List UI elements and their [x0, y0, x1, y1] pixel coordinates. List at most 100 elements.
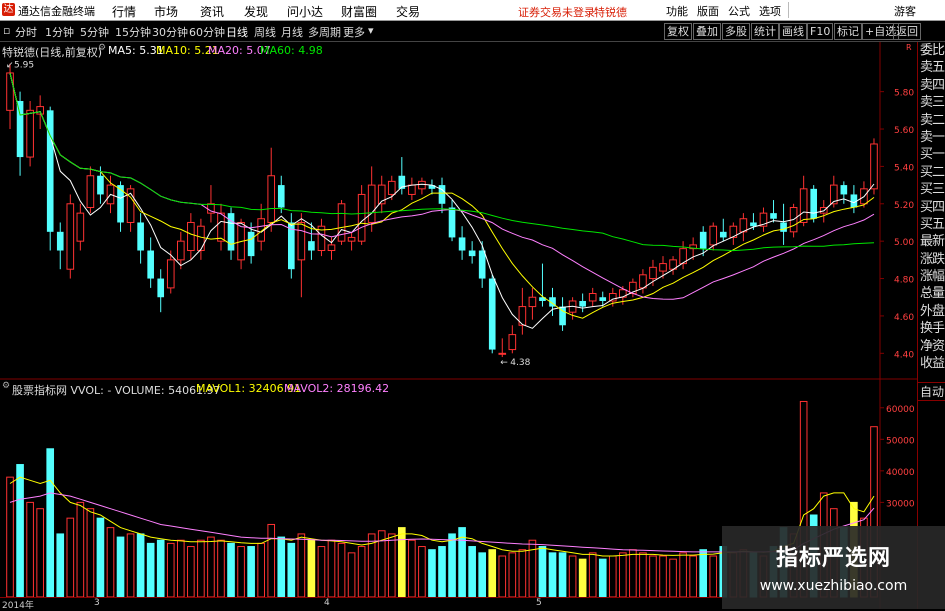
draw-line-button[interactable]: 画线: [779, 23, 807, 40]
volume-bar: [267, 523, 276, 598]
kline-chart[interactable]: 5.80 5.60 5.40 5.20 5.00 4.80 4.60 4.40 R 60000 50…: [0, 42, 917, 609]
candle-body: [16, 100, 24, 158]
statistics-button[interactable]: 统计: [751, 23, 779, 40]
login-notice[interactable]: 证券交易未登录: [518, 4, 595, 20]
volume-bar: [387, 533, 396, 598]
volume-bar: [307, 539, 316, 598]
auto-button[interactable]: 自动: [918, 382, 945, 401]
date-label: 3: [94, 598, 100, 608]
menu-market[interactable]: 市场: [154, 3, 178, 20]
candle-body: [187, 221, 195, 252]
side-item[interactable]: 外盘: [918, 303, 945, 320]
side-item[interactable]: 买二: [918, 164, 945, 181]
date-label: 5: [536, 598, 542, 608]
volume-bar: [538, 546, 547, 598]
candle-body: [6, 72, 14, 111]
guest-user[interactable]: 游客: [894, 3, 916, 19]
volume-tick-label: 40000: [886, 468, 915, 478]
side-item[interactable]: 总量: [918, 285, 945, 302]
side-item[interactable]: 委比: [918, 42, 945, 59]
restore-rights-button[interactable]: 复权: [664, 23, 692, 40]
period-60min[interactable]: 60分钟: [189, 24, 225, 40]
side-item[interactable]: 卖三: [918, 94, 945, 111]
candle-body: [176, 240, 185, 261]
candle-body: [719, 231, 727, 238]
side-item[interactable]: 卖一: [918, 129, 945, 146]
period-weekly[interactable]: 周线: [254, 24, 276, 40]
volume-bar: [418, 546, 426, 598]
volume-bar: [197, 539, 205, 598]
app-title: 通达信金融终端: [18, 5, 95, 18]
period-daily[interactable]: 日线: [226, 24, 248, 40]
mark-button[interactable]: 标记: [834, 23, 862, 40]
menu-layout[interactable]: 版面: [697, 3, 719, 19]
volume-bar: [498, 555, 507, 598]
volume-bar: [357, 546, 366, 598]
candle-body: [588, 293, 597, 302]
volume-bar: [227, 542, 235, 598]
candle-body: [709, 225, 718, 246]
side-item[interactable]: 卖五: [918, 59, 945, 76]
side-item[interactable]: 买四: [918, 199, 945, 216]
menu-quotes[interactable]: 行情: [112, 3, 136, 20]
volume-bar: [568, 555, 577, 598]
side-item[interactable]: 买五: [918, 216, 945, 233]
period-5min[interactable]: 5分钟: [80, 24, 109, 40]
chevron-down-icon[interactable]: ▾: [368, 24, 374, 37]
volume-tick-label: 50000: [886, 436, 915, 446]
period-30min[interactable]: 30分钟: [152, 24, 188, 40]
volume-bar: [257, 542, 265, 598]
candle-body: [247, 231, 255, 257]
menu-trade[interactable]: 交易: [396, 3, 420, 20]
stock-link[interactable]: 特锐德: [594, 4, 627, 20]
back-button[interactable]: 返回: [893, 23, 921, 40]
side-item[interactable]: 买三: [918, 181, 945, 198]
side-item[interactable]: 买一: [918, 146, 945, 163]
period-monthly[interactable]: 月线: [281, 24, 303, 40]
candle-body: [217, 212, 225, 242]
menu-wealth-circle[interactable]: 财富圈: [341, 3, 377, 20]
side-item[interactable]: 涨幅: [918, 268, 945, 285]
overlay-button[interactable]: 叠加: [693, 23, 721, 40]
volume-bar: [327, 539, 336, 598]
side-item[interactable]: 最新: [918, 233, 945, 250]
menu-ask[interactable]: 问小达: [287, 3, 323, 20]
f10-button[interactable]: F10: [807, 23, 834, 40]
multi-stock-button[interactable]: 多股: [722, 23, 750, 40]
period-15min[interactable]: 15分钟: [115, 24, 151, 40]
period-more[interactable]: 更多: [343, 24, 365, 40]
menu-discover[interactable]: 发现: [244, 3, 268, 20]
side-item[interactable]: 涨跌: [918, 251, 945, 268]
period-multi[interactable]: 多周期: [308, 24, 341, 40]
menu-formula[interactable]: 公式: [728, 3, 750, 19]
volume-bar: [588, 552, 597, 598]
candle-body: [408, 184, 416, 195]
arrow-left-icon: ←: [500, 358, 508, 368]
candle-body: [458, 237, 466, 251]
corner-tag: R: [906, 43, 912, 52]
menu-function[interactable]: 功能: [666, 3, 688, 19]
volume-bar: [237, 546, 245, 598]
price-tick-label: 4.60: [894, 313, 914, 323]
candle-body: [387, 180, 396, 195]
price-tick-label: 5.00: [894, 238, 914, 248]
menu-options[interactable]: 选项: [759, 3, 781, 19]
volume-bar: [146, 542, 155, 598]
candle-body: [770, 213, 777, 219]
candle-body: [448, 207, 456, 238]
volume-bar: [247, 546, 255, 598]
side-item[interactable]: 收益: [918, 355, 945, 372]
date-axis: 2014年 3 4 5: [0, 597, 722, 611]
candle-body: [468, 250, 476, 257]
side-item[interactable]: 卖二: [918, 112, 945, 129]
period-1min[interactable]: 1分钟: [45, 24, 74, 40]
volume-bar: [428, 549, 436, 598]
side-item[interactable]: 净资: [918, 338, 945, 355]
side-item[interactable]: 卖四: [918, 77, 945, 94]
candle-body: [357, 193, 366, 242]
menu-news[interactable]: 资讯: [200, 3, 224, 20]
volume-bar: [36, 508, 44, 598]
period-intraday[interactable]: 分时: [15, 24, 37, 40]
candle-body: [137, 222, 144, 251]
side-item[interactable]: 换手: [918, 320, 945, 337]
